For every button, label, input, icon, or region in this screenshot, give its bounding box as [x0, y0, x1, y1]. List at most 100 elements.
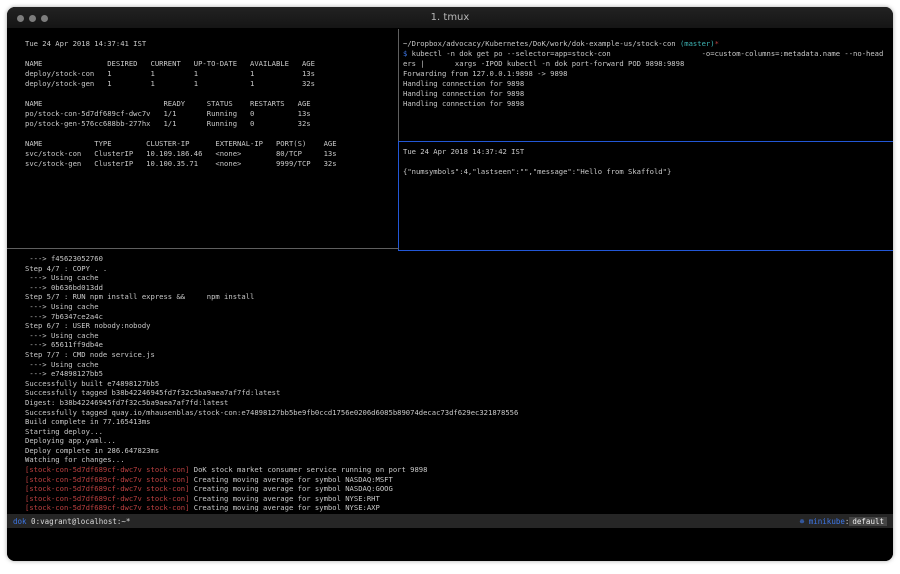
text-segment: 0:vagrant@localhost:~*: [27, 517, 131, 526]
terminal-line: {"numsymbols":4,"lastseen":"","message":…: [403, 167, 893, 177]
terminal-line: [25, 129, 398, 139]
terminal-line: ---> Using cache: [25, 331, 893, 341]
pane-port-forward[interactable]: ~/Dropbox/advocacy/Kubernetes/DoK/work/d…: [399, 29, 893, 141]
text-segment: Handling connection for 9898: [403, 89, 524, 98]
text-segment: dok: [13, 517, 27, 526]
text-segment: ---> e74898127bb5: [25, 369, 103, 378]
terminal-line: Deploy complete in 286.647823ms: [25, 446, 893, 456]
terminal-line: ---> Using cache: [25, 273, 893, 283]
pane-kubectl-watch[interactable]: Tue 24 Apr 2018 14:37:41 IST NAME DESIRED…: [7, 29, 398, 248]
terminal-line: Successfully tagged quay.io/mhausenblas/…: [25, 408, 893, 418]
pane-divider-vertical[interactable]: [398, 29, 399, 141]
terminal-line: Deploying app.yaml...: [25, 436, 893, 446]
terminal-line: Successfully tagged b38b42246945fd7f32c5…: [25, 388, 893, 398]
terminal-line: NAME READY STATUS RESTARTS AGE: [25, 99, 398, 109]
terminal-line: Forwarding from 127.0.0.1:9898 -> 9898: [403, 69, 893, 79]
terminal-line: Step 4/7 : COPY . .: [25, 264, 893, 274]
terminal-line: ---> e74898127bb5: [25, 369, 893, 379]
text-segment: po/stock-con-5d7df689cf-dwc7v 1/1 Runnin…: [25, 109, 311, 118]
active-pane-border-top[interactable]: [398, 141, 893, 142]
text-segment: ---> 65611ff9db4e: [25, 340, 103, 349]
text-segment: ---> Using cache: [25, 331, 99, 340]
text-segment: NAME DESIRED CURRENT UP-TO-DATE AVAILABL…: [25, 59, 315, 68]
terminal-line: Step 6/7 : USER nobody:nobody: [25, 321, 893, 331]
terminal-line: ---> 65611ff9db4e: [25, 340, 893, 350]
text-segment: [stock-con-5d7df689cf-dwc7v stock-con]: [25, 475, 189, 484]
kubernetes-icon: ☸: [800, 517, 809, 526]
text-segment: ers | xargs -IPOD kubectl -n dok port-fo…: [403, 59, 684, 68]
terminal-line: Build complete in 77.165413ms: [25, 417, 893, 427]
text-segment: Tue 24 Apr 2018 14:37:42 IST: [403, 147, 524, 156]
terminal-window: 1. tmux Tue 24 Apr 2018 14:37:41 IST NAME…: [7, 7, 893, 561]
pane-divider-horizontal[interactable]: [7, 248, 399, 249]
status-kube-context: ☸ minikube:default: [800, 517, 887, 526]
terminal-line: Successfully built e74898127bb5: [25, 379, 893, 389]
text-segment: Successfully tagged b38b42246945fd7f32c5…: [25, 388, 280, 397]
text-segment: Handling connection for 9898: [403, 79, 524, 88]
text-segment: Starting deploy...: [25, 427, 103, 436]
text-segment: Step 4/7 : COPY . .: [25, 264, 107, 273]
text-segment: Step 5/7 : RUN npm install express && np…: [25, 292, 254, 301]
tmux-status-bar: dok 0:vagrant@localhost:~* ☸ minikube:de…: [7, 514, 893, 528]
text-segment: Step 6/7 : USER nobody:nobody: [25, 321, 151, 330]
terminal-line: [stock-con-5d7df689cf-dwc7v stock-con] C…: [25, 484, 893, 494]
text-segment: ---> Using cache: [25, 302, 99, 311]
text-segment: ---> Using cache: [25, 360, 99, 369]
text-segment: Digest: b38b42246945fd7f32c5ba9aea7af7fd…: [25, 398, 228, 407]
terminal-line: $ kubectl -n dok get po --selector=app=s…: [403, 49, 893, 59]
text-segment: svc/stock-con ClusterIP 10.109.186.46 <n…: [25, 149, 337, 158]
text-segment: ---> Using cache: [25, 273, 99, 282]
terminal-line: Tue 24 Apr 2018 14:37:42 IST: [403, 147, 893, 157]
text-segment: $: [403, 49, 412, 58]
terminal-line: Starting deploy...: [25, 427, 893, 437]
terminal-line: ~/Dropbox/advocacy/Kubernetes/DoK/work/d…: [403, 39, 893, 49]
terminal-line: po/stock-gen-576cc688bb-277hx 1/1 Runnin…: [25, 119, 398, 129]
active-pane-border-bottom[interactable]: [398, 250, 893, 251]
text-segment: Creating moving average for symbol NASDA…: [189, 484, 392, 493]
text-segment: Creating moving average for symbol NYSE:…: [189, 494, 379, 503]
text-segment: Build complete in 77.165413ms: [25, 417, 151, 426]
desktop-background: 1. tmux Tue 24 Apr 2018 14:37:41 IST NAME…: [0, 0, 900, 574]
terminal-line: Handling connection for 9898: [403, 99, 893, 109]
text-segment: ~/Dropbox/advocacy/Kubernetes/DoK/work/d…: [403, 39, 680, 48]
text-segment: kubectl -n dok get po --selector=app=sto…: [412, 49, 884, 58]
text-segment: Tue 24 Apr 2018 14:37:41 IST: [25, 39, 146, 48]
text-segment: [stock-con-5d7df689cf-dwc7v stock-con]: [25, 484, 189, 493]
terminal-line: NAME DESIRED CURRENT UP-TO-DATE AVAILABL…: [25, 59, 398, 69]
text-segment: Forwarding from 127.0.0.1:9898 -> 9898: [403, 69, 567, 78]
terminal-line: Digest: b38b42246945fd7f32c5ba9aea7af7fd…: [25, 398, 893, 408]
terminal-line: deploy/stock-gen 1 1 1 1 32s: [25, 79, 398, 89]
text-segment: Handling connection for 9898: [403, 99, 524, 108]
text-segment: po/stock-gen-576cc688bb-277hx 1/1 Runnin…: [25, 119, 311, 128]
text-segment: [stock-con-5d7df689cf-dwc7v stock-con]: [25, 465, 189, 474]
titlebar[interactable]: 1. tmux: [7, 7, 893, 29]
text-segment: {"numsymbols":4,"lastseen":"","message":…: [403, 167, 671, 176]
pane-skaffold-build-log[interactable]: ---> f45623052760Step 4/7 : COPY . . ---…: [7, 249, 893, 513]
text-segment: Successfully built e74898127bb5: [25, 379, 159, 388]
text-segment: (master): [680, 39, 715, 48]
text-segment: Creating moving average for symbol NASDA…: [189, 475, 392, 484]
active-pane-border-left[interactable]: [398, 141, 399, 251]
text-segment: Deploy complete in 286.647823ms: [25, 446, 159, 455]
text-segment: default: [849, 517, 887, 526]
terminal-line: svc/stock-con ClusterIP 10.109.186.46 <n…: [25, 149, 398, 159]
terminal-line: po/stock-con-5d7df689cf-dwc7v 1/1 Runnin…: [25, 109, 398, 119]
text-segment: Creating moving average for symbol NYSE:…: [189, 503, 379, 512]
text-segment: ---> f45623052760: [25, 254, 103, 263]
text-segment: NAME TYPE CLUSTER-IP EXTERNAL-IP PORT(S)…: [25, 139, 337, 148]
text-segment: deploy/stock-con 1 1 1 1 13s: [25, 69, 315, 78]
terminal-line: [stock-con-5d7df689cf-dwc7v stock-con] C…: [25, 475, 893, 485]
terminal-line: [25, 49, 398, 59]
terminal-line: ---> 7b6347ce2a4c: [25, 312, 893, 322]
text-segment: Deploying app.yaml...: [25, 436, 116, 445]
pane-service-output-active[interactable]: Tue 24 Apr 2018 14:37:42 IST {"numsymbols…: [399, 142, 893, 248]
tmux-terminal: Tue 24 Apr 2018 14:37:41 IST NAME DESIRED…: [7, 29, 893, 561]
status-session-and-window[interactable]: dok 0:vagrant@localhost:~*: [13, 517, 130, 526]
terminal-line: ers | xargs -IPOD kubectl -n dok port-fo…: [403, 59, 893, 69]
terminal-line: [25, 89, 398, 99]
text-segment: Watching for changes...: [25, 455, 125, 464]
terminal-line: Tue 24 Apr 2018 14:37:41 IST: [25, 39, 398, 49]
terminal-line: ---> Using cache: [25, 302, 893, 312]
terminal-line: Step 5/7 : RUN npm install express && np…: [25, 292, 893, 302]
terminal-line: ---> Using cache: [25, 360, 893, 370]
